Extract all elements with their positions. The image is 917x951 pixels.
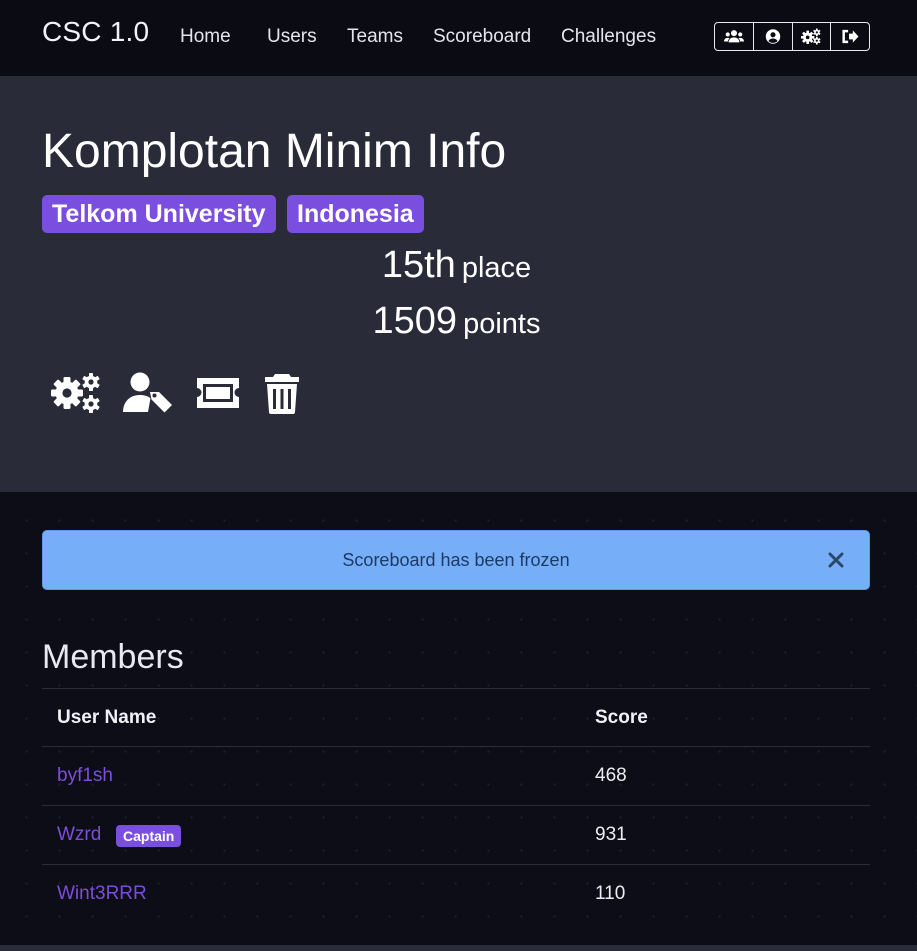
nav-home-link[interactable]: Home [180,26,231,48]
nav-scoreboard-link[interactable]: Scoreboard [433,26,531,48]
table-row: Wint3RRR 110 [42,864,870,923]
nav-teams-link[interactable]: Teams [347,26,403,48]
team-button[interactable] [715,23,754,50]
team-points: 1509 points [0,300,913,343]
scoreboard-frozen-alert: Scoreboard has been frozen [42,530,870,590]
trash-icon [265,374,299,414]
table-row: Wzrd Captain 931 [42,805,870,864]
table-row: byf1sh 468 [42,746,870,805]
affiliation-badge: Telkom University [42,195,276,233]
member-score: 931 [595,824,627,845]
team-header: Komplotan Minim Info Telkom University I… [0,76,917,492]
team-name: Komplotan Minim Info [42,125,507,178]
member-name-link[interactable]: byf1sh [57,747,113,805]
points-value: 1509 [372,300,458,342]
alert-message: Scoreboard has been frozen [342,550,570,570]
brand-link[interactable]: CSC 1.0 [42,16,149,48]
choose-captain-button[interactable] [123,372,175,419]
navbar: CSC 1.0 Home Users Teams Scoreboard Chal… [0,0,917,76]
nav-challenges-link[interactable]: Challenges [561,26,656,48]
members-title: Members [42,638,184,676]
col-header-username: User Name [57,707,157,728]
cogs-icon [51,373,100,413]
users-icon [723,30,744,43]
captain-badge: Captain [116,825,182,847]
profile-button[interactable] [754,23,793,50]
nav-users-link[interactable]: Users [267,26,317,48]
edit-team-button[interactable] [50,372,102,419]
main-content: Scoreboard has been frozen Members User … [0,492,917,945]
cogs-icon [801,28,821,45]
place-label: place [461,252,532,284]
user-circle-icon [765,29,780,44]
delete-team-button[interactable] [264,372,300,419]
table-header-row: User Name Score [42,688,870,746]
close-icon [828,552,844,568]
member-name-link[interactable]: Wint3RRR [57,865,147,923]
sign-out-icon [842,29,859,44]
footer-strip [0,945,917,951]
user-tag-icon [123,372,172,413]
place-value: 15th [381,244,456,286]
member-score: 468 [595,765,627,786]
alert-close-button[interactable] [827,549,845,571]
country-badge: Indonesia [287,195,424,233]
ticket-icon [197,378,239,408]
user-actions-group [714,22,870,51]
member-score: 110 [595,883,626,904]
invite-button[interactable] [195,372,241,419]
members-table: User Name Score byf1sh 468 Wzrd Captain … [42,688,870,923]
member-name-link[interactable]: Wzrd [57,806,101,864]
logout-button[interactable] [831,23,869,50]
points-label: points [463,308,541,340]
settings-button[interactable] [793,23,832,50]
col-header-score: Score [595,707,648,728]
team-place: 15th place [0,244,913,287]
